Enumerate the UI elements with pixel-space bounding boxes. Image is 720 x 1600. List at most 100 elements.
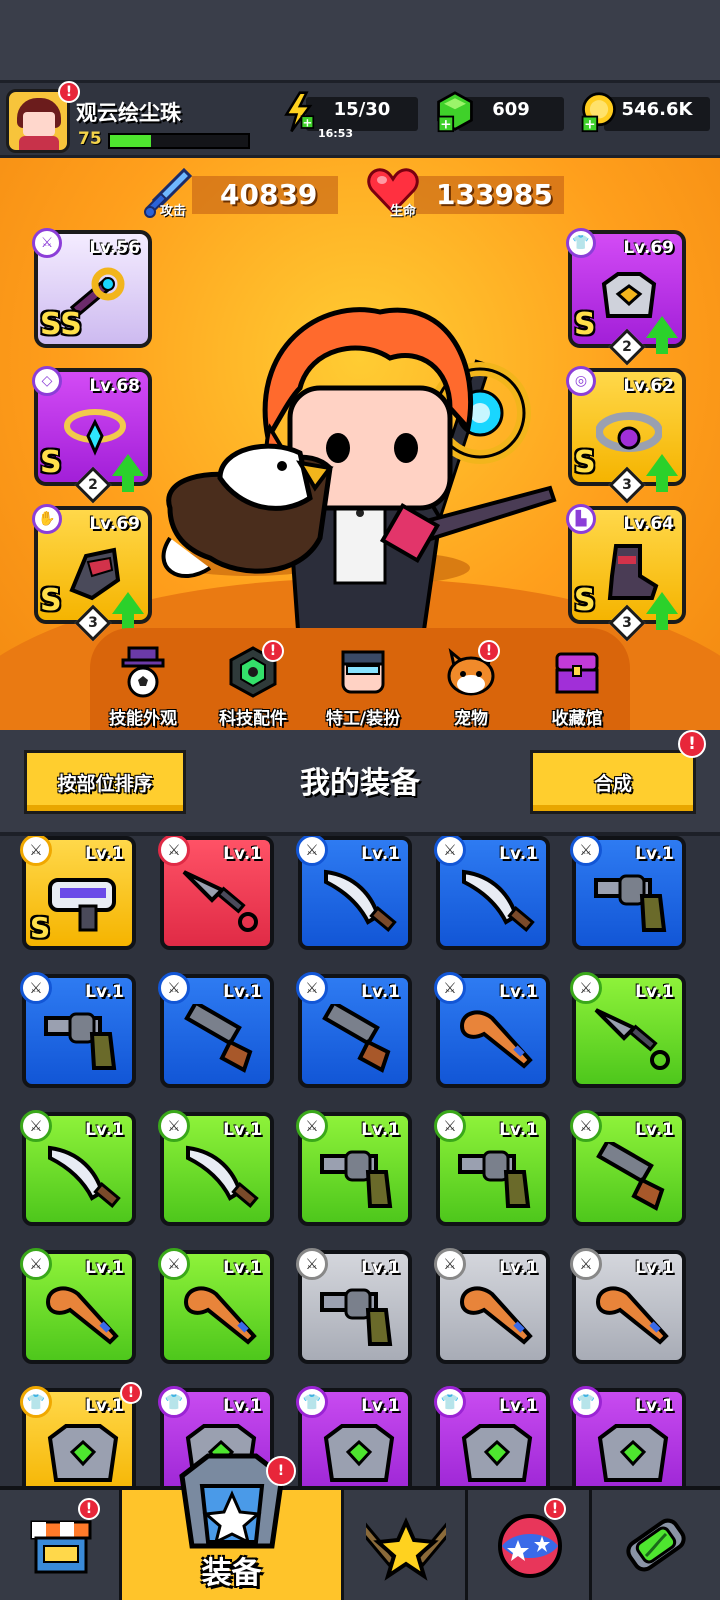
slot-level: Lv.62 (623, 376, 674, 396)
inventory-item-revolver[interactable]: ⚔ Lv.1 (20, 972, 136, 1088)
pet-alert-badge: ! (478, 640, 500, 662)
tech-alert-badge: ! (262, 640, 284, 662)
item-level: Lv.1 (85, 1258, 124, 1278)
inventory-item-armor[interactable]: 👕 Lv.1 (296, 1386, 412, 1486)
hp-label: 生命 (390, 204, 417, 219)
inventory-item-machete[interactable]: ⚔ Lv.1 (434, 836, 550, 950)
inventory-item-shotgun[interactable]: ⚔ Lv.1 (296, 972, 412, 1088)
inventory-item-bat[interactable]: ⚔ Lv.1 (158, 1248, 274, 1364)
inventory-item-kunai[interactable]: ⚔ Lv.1 (570, 972, 686, 1088)
my-gear-title: 我的装备 (300, 766, 420, 801)
inventory-item-machete[interactable]: ⚔ Lv.1 (20, 1110, 136, 1226)
item-level: Lv.1 (85, 844, 124, 864)
shop-alert-badge: ! (78, 1498, 100, 1520)
weapon-type-icon: ⚔ (434, 1248, 466, 1280)
inventory-item-kunai[interactable]: ⚔ Lv.1 (158, 836, 274, 950)
inventory-item-machete[interactable]: ⚔ Lv.1 (296, 836, 412, 950)
inventory-item-revolver[interactable]: ⚔ Lv.1 (570, 836, 686, 950)
item-alert-badge: ! (120, 1382, 142, 1404)
item-level: Lv.1 (635, 1258, 674, 1278)
player-name: 观云绘尘珠 (76, 101, 181, 125)
weapon-type-icon: ⚔ (20, 1248, 52, 1280)
item-level: Lv.1 (361, 1396, 400, 1416)
item-level: Lv.1 (635, 1396, 674, 1416)
slot-star-count: 3 (608, 466, 646, 504)
svg-text:+: + (302, 115, 312, 129)
inventory-item-shotgun[interactable]: ⚔ Lv.1 (158, 972, 274, 1088)
armor-type-icon: 👕 (296, 1386, 328, 1418)
inventory-item-bat[interactable]: ⚔ Lv.1 (434, 972, 550, 1088)
feature-skill-skins[interactable]: 技能外观 (88, 646, 198, 729)
nav-tab-equipment[interactable]: ! 装备 (122, 1453, 344, 1600)
armor-type-icon: 👕 (570, 1386, 602, 1418)
nav-tab-gacha[interactable]: ! (468, 1490, 592, 1600)
item-level: Lv.1 (361, 1120, 400, 1140)
weapon-type-icon: ⚔ (570, 1110, 602, 1142)
nav-tab-shop[interactable]: ! (0, 1490, 122, 1600)
sort-by-slot-button[interactable]: 按部位排序 (24, 750, 186, 814)
upgrade-arrow-icon (646, 454, 678, 492)
item-level: Lv.1 (361, 1258, 400, 1278)
soccer-ball-hat-icon (121, 646, 165, 698)
equip-slot-necklace[interactable]: ◇ Lv.68 S 2 (32, 366, 152, 504)
equipment-alert-badge: ! (266, 1456, 296, 1486)
energy-counter[interactable]: 15/30 (306, 97, 418, 131)
weapon-type-icon: ⚔ (434, 1110, 466, 1142)
inventory-item-armor[interactable]: 👕 Lv.1 (20, 1386, 136, 1486)
feature-collection[interactable]: 收藏馆 (522, 646, 632, 729)
equip-slot-armor[interactable]: 👕 Lv.69 S 2 (566, 228, 686, 366)
merge-button[interactable]: 合成 (530, 750, 696, 814)
item-level: Lv.1 (85, 1396, 124, 1416)
weapon-type-icon: ⚔ (296, 1110, 328, 1142)
weapon-type-icon: ⚔ (32, 228, 62, 258)
inventory-grid: ⚔ Lv.1 S ⚔ Lv.1 ⚔ Lv.1 ⚔ Lv.1 ⚔ Lv.1 ⚔ Lv.1 ⚔ Lv.1 ⚔ Lv.… (0, 836, 720, 1486)
inventory-item-armor[interactable]: 👕 Lv.1 (570, 1386, 686, 1486)
inventory-item-bat[interactable]: ⚔ Lv.1 (570, 1248, 686, 1364)
inventory-item-shotgun[interactable]: ⚔ Lv.1 (570, 1110, 686, 1226)
inventory-item-bat[interactable]: ⚔ Lv.1 (20, 1248, 136, 1364)
feature-agent-outfit[interactable]: 特工/装扮 (308, 646, 418, 729)
inventory-item-revolver[interactable]: ⚔ Lv.1 (296, 1248, 412, 1364)
treasure-chest-icon (555, 652, 599, 694)
item-level: Lv.1 (361, 982, 400, 1002)
item-level: Lv.1 (499, 982, 538, 1002)
slot-grade: S (40, 583, 62, 618)
inventory-item-bat[interactable]: ⚔ Lv.1 (434, 1248, 550, 1364)
weapon-type-icon: ⚔ (158, 1248, 190, 1280)
inventory-item-armor[interactable]: 👕 Lv.1 (434, 1386, 550, 1486)
my-gear-bar: 按部位排序 我的装备 合成 ! (0, 730, 720, 836)
feature-pets[interactable]: ! 宠物 (416, 640, 526, 729)
weapon-type-icon: ⚔ (434, 972, 466, 1004)
weapon-type-icon: ⚔ (570, 836, 602, 866)
equip-slot-gloves[interactable]: ✋ Lv.69 S 3 (32, 504, 152, 642)
item-grade: S (30, 911, 51, 944)
inventory-item-revolver[interactable]: ⚔ Lv.1 (296, 1110, 412, 1226)
feature-label: 收藏馆 (551, 709, 603, 729)
slot-grade: S (574, 307, 596, 342)
nav-tab-evolve[interactable] (592, 1490, 720, 1600)
green-gem-icon: + (437, 91, 473, 132)
status-strip (0, 0, 720, 80)
inventory-item-revolver[interactable]: ⚔ Lv.1 (434, 1110, 550, 1226)
equip-slot-boots[interactable]: ▙ Lv.64 S 3 (566, 504, 686, 642)
equip-slot-weapon[interactable]: ⚔ Lv.56 SS (32, 228, 152, 348)
armor-type-icon: 👕 (566, 228, 596, 258)
inventory-item-machete[interactable]: ⚔ Lv.1 (158, 1110, 274, 1226)
weapon-type-icon: ⚔ (296, 1248, 328, 1280)
equip-slot-belt[interactable]: ◎ Lv.62 S 3 (566, 366, 686, 504)
item-level: Lv.1 (635, 844, 674, 864)
gold-coin-icon: + (581, 92, 616, 132)
armor-type-icon: 👕 (158, 1386, 190, 1418)
weapon-type-icon: ⚔ (20, 972, 52, 1004)
inventory-item-blaster[interactable]: ⚔ Lv.1 S (20, 836, 136, 950)
weapon-type-icon: ⚔ (296, 972, 328, 1004)
feature-tech-parts[interactable]: ! 科技配件 (198, 640, 308, 729)
attack-value: 40839 (220, 178, 318, 211)
slot-grade: SS (40, 307, 82, 342)
weapon-type-icon: ⚔ (296, 836, 328, 866)
slot-star-count: 2 (608, 328, 646, 366)
nav-tab-challenge[interactable] (344, 1490, 468, 1600)
weapon-type-icon: ⚔ (20, 1110, 52, 1142)
top-header: ! 观云绘尘珠 75 15/30 + 16:53 609 + 546.6K + (0, 80, 720, 158)
merge-alert-badge: ! (678, 730, 706, 758)
